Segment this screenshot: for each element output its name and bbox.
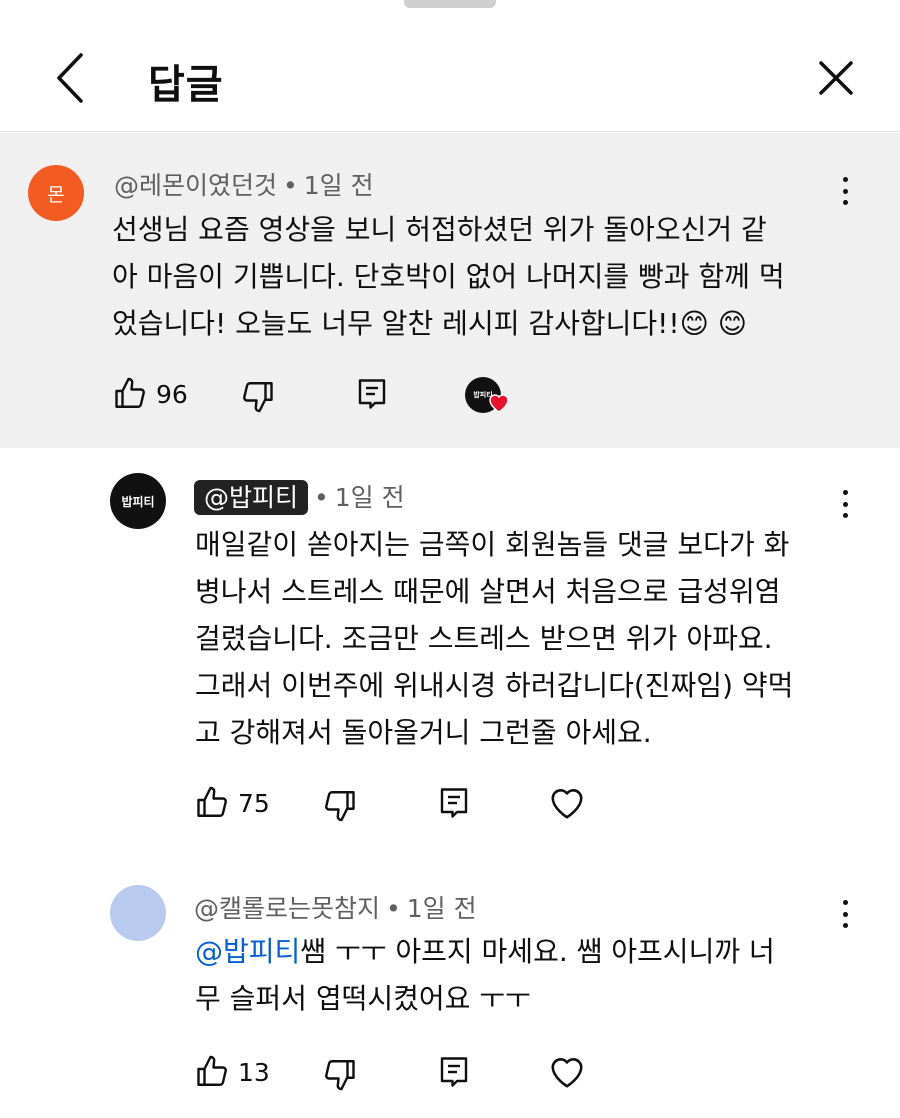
thumbs-down-icon (243, 382, 273, 413)
thumbs-down-icon (325, 1060, 355, 1091)
comment-meta: @레몬이였던것 • 1일 전 (114, 171, 374, 200)
avatar[interactable]: 몬 (28, 165, 84, 221)
thumbs-up-icon (197, 1055, 227, 1086)
close-icon (819, 61, 853, 95)
thumbs-down-icon (325, 791, 355, 822)
heart-button[interactable] (548, 1054, 586, 1090)
close-button[interactable] (808, 50, 864, 106)
comment-line-rest: 쌤 ㅜㅜ 아프지 마세요. 쌤 아프시니까 너 (300, 935, 775, 968)
reply-button[interactable] (436, 1054, 472, 1090)
comment-text: @밥피티쌤 ㅜㅜ 아프지 마세요. 쌤 아프시니까 너 무 슬퍼서 엽떡시켰어요… (195, 928, 775, 1022)
comment-line: 매일같이 쏟아지는 금쪽이 회원놈들 댓글 보다가 화 (195, 528, 790, 561)
author-name[interactable]: @캘롤로는못참지 (194, 894, 380, 923)
comment-line: @밥피티쌤 ㅜㅜ 아프지 마세요. 쌤 아프시니까 너 (195, 928, 775, 975)
dislike-button[interactable] (322, 1056, 358, 1092)
like-button[interactable]: 75 (194, 785, 270, 821)
timestamp: 1일 전 (334, 483, 405, 512)
comment-line: 선생님 요즘 영상을 보니 허접하셨던 위가 돌아오신거 같 (112, 213, 767, 246)
like-count: 13 (238, 1057, 270, 1087)
avatar-text: 밥피티 (121, 494, 155, 509)
chevron-left-icon (57, 53, 83, 103)
more-vertical-icon[interactable] (835, 487, 855, 521)
comment-text: 선생님 요즘 영상을 보니 허접하셨던 위가 돌아오신거 같 아 마음이 기쁩니… (112, 206, 785, 347)
like-button[interactable]: 13 (194, 1054, 270, 1090)
heart-icon (551, 789, 583, 819)
comment-meta: @밥피티 • 1일 전 (194, 478, 405, 515)
comment-line: 고 강해져서 돌아올거니 그런줄 아세요. (195, 716, 652, 749)
like-button[interactable]: 96 (112, 376, 188, 412)
author-name[interactable]: @레몬이였던것 (114, 171, 277, 200)
comment-line: 병나서 스트레스 때문에 살면서 처음으로 급성위염 (195, 575, 781, 608)
heart-button[interactable] (548, 785, 586, 821)
dislike-button[interactable] (240, 378, 276, 414)
reply-comment-icon (440, 1057, 468, 1087)
avatar[interactable]: 밥피티 (110, 473, 166, 529)
mention-link[interactable]: @밥피티 (195, 935, 300, 968)
comment-line: 었습니다! 오늘도 너무 알찬 레시피 감사합니다!!😊 😊 (112, 307, 747, 340)
back-button[interactable] (40, 48, 100, 108)
timestamp: 1일 전 (406, 894, 477, 923)
comment-line: 무 슬퍼서 엽떡시켰어요 ㅜㅜ (195, 982, 531, 1015)
reply-button[interactable] (436, 785, 472, 821)
more-vertical-icon[interactable] (835, 174, 855, 208)
avatar[interactable] (110, 885, 166, 941)
like-count: 75 (238, 788, 270, 818)
like-count: 96 (156, 379, 188, 409)
heart-icon (489, 394, 509, 413)
comment-text: 매일같이 쏟아지는 금쪽이 회원놈들 댓글 보다가 화 병나서 스트레스 때문에… (195, 521, 793, 756)
more-vertical-icon[interactable] (835, 897, 855, 931)
heart-icon (551, 1058, 583, 1088)
page-title: 답글 (148, 62, 224, 108)
thumbs-up-icon (197, 786, 227, 817)
reply-comment-icon (440, 788, 468, 818)
header: 답글 (0, 0, 900, 132)
comment-line: 그래서 이번주에 위내시경 하러갑니다(진짜임) 약먹 (195, 669, 794, 702)
comment-line: 아 마음이 기쁩니다. 단호박이 없어 나머지를 빵과 함께 먹 (112, 260, 785, 293)
reply-button[interactable] (354, 376, 390, 412)
creator-heart-badge: 밥피티 (465, 377, 513, 419)
dislike-button[interactable] (322, 787, 358, 823)
timestamp: 1일 전 (303, 171, 374, 200)
avatar-initial: 몬 (47, 183, 65, 206)
comment-meta: @캘롤로는못참지 • 1일 전 (194, 894, 477, 923)
comment-line: 걸렸습니다. 조금만 스트레스 받으면 위가 아파요. (195, 622, 773, 655)
thumbs-up-icon (115, 377, 145, 408)
creator-handle-badge[interactable]: @밥피티 (194, 480, 309, 515)
reply-comment-icon (358, 379, 386, 409)
